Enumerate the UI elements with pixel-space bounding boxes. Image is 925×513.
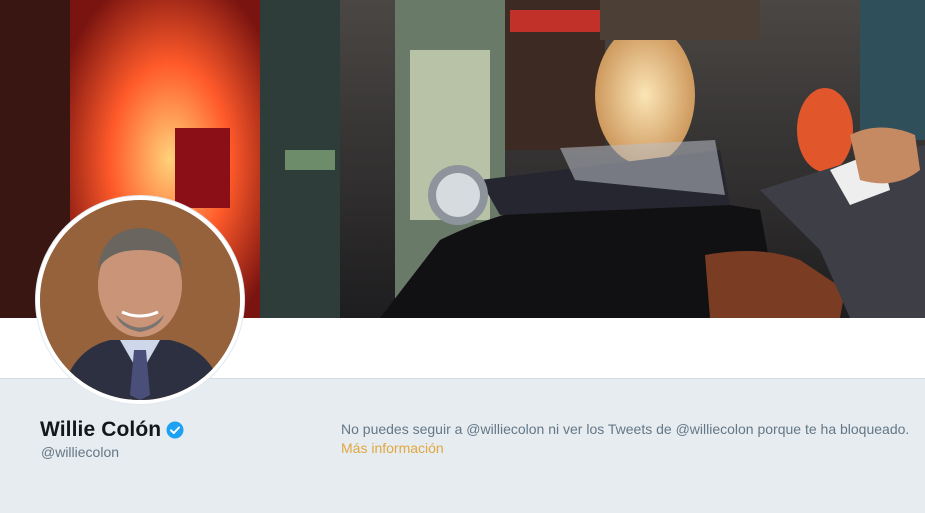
avatar-photo [40,200,240,400]
profile-name-text: Willie Colón [40,418,162,441]
profile-name: Willie Colón [40,418,184,442]
profile-handle[interactable]: @williecolon [41,444,119,460]
avatar[interactable] [36,196,244,404]
verified-badge-icon [166,421,184,439]
more-info-link[interactable]: Más información [341,440,444,456]
blocked-notice: No puedes seguir a @williecolon ni ver l… [341,421,910,437]
